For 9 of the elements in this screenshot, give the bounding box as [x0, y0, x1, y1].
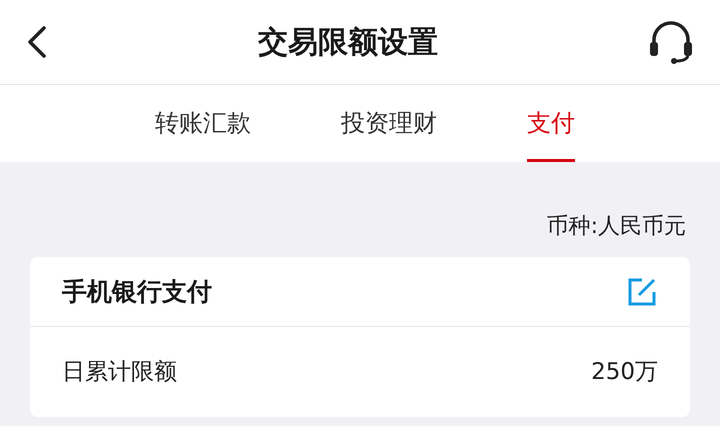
currency-label: 币种:人民币元 — [546, 213, 687, 241]
tab[interactable]: 投资理财 — [341, 85, 437, 162]
page-title: 交易限额设置 — [258, 24, 438, 62]
card-title: 手机银行支付 — [62, 276, 212, 308]
tab[interactable]: 转账汇款 — [155, 85, 251, 162]
tab[interactable]: 支付 — [527, 85, 575, 162]
limit-label: 日累计限额 — [62, 358, 177, 387]
limit-value: 250万 — [591, 358, 658, 387]
edit-icon[interactable] — [626, 276, 658, 308]
